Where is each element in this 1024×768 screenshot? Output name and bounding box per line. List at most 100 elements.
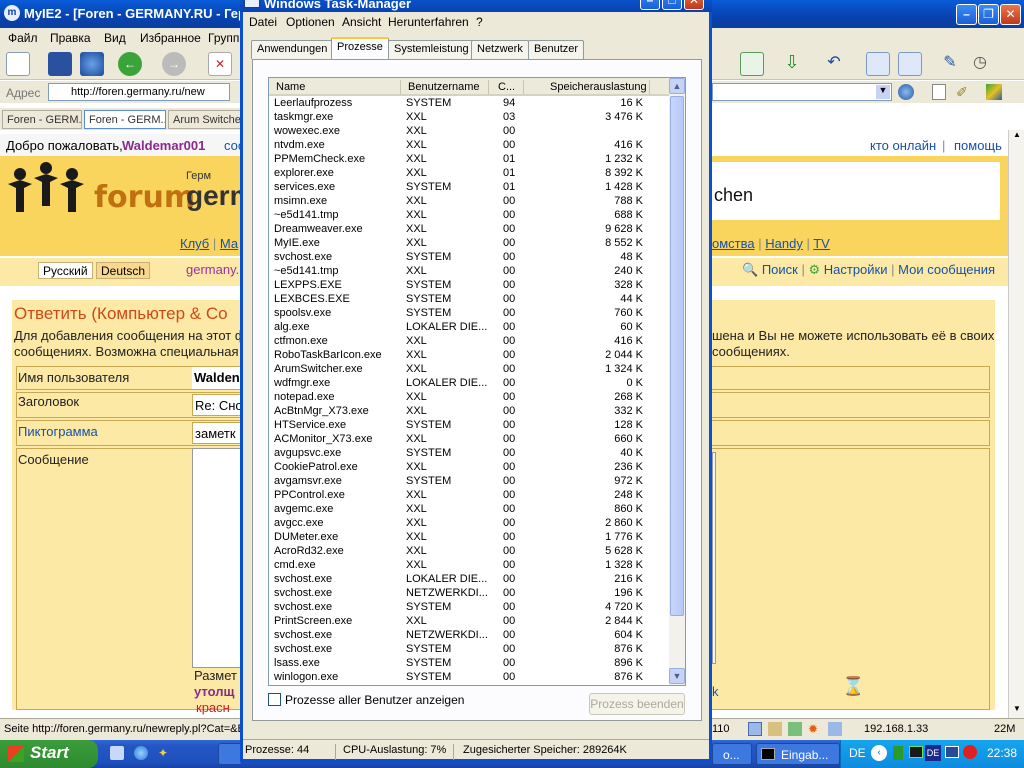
process-row[interactable]: wdfmgr.exe LOKALER DIE... 00 0 K	[269, 376, 669, 390]
process-row[interactable]: alg.exe LOKALER DIE... 00 60 K	[269, 320, 669, 334]
process-row[interactable]: svchost.exe SYSTEM 00 48 K	[269, 250, 669, 264]
process-row[interactable]: AcroRd32.exe XXL 00 5 628 K	[269, 544, 669, 558]
username-link[interactable]: Waldemar001	[122, 138, 205, 153]
quicklaunch-app-icon[interactable]: ✦	[158, 746, 172, 760]
process-row[interactable]: RoboTaskBarIcon.exe XXL 00 2 044 K	[269, 348, 669, 362]
process-row[interactable]: LEXBCES.EXE SYSTEM 00 44 K	[269, 292, 669, 306]
highlight-icon[interactable]: ✐	[956, 84, 968, 101]
lang-german-button[interactable]: Deutsch	[96, 262, 151, 279]
process-row[interactable]: svchost.exe LOKALER DIE... 00 216 K	[269, 572, 669, 586]
show-all-users-checkbox[interactable]	[268, 693, 281, 706]
download-icon[interactable]: ⇩	[780, 52, 804, 76]
label-icon-link[interactable]: Пиктограмма	[18, 424, 98, 439]
resize-icon[interactable]	[740, 52, 764, 76]
start-button[interactable]: Start	[0, 740, 98, 768]
tm-close-button[interactable]: ✕	[684, 0, 704, 10]
status-gear-icon[interactable]: ✹	[808, 722, 822, 736]
tm-maximize-button[interactable]: □	[662, 0, 682, 10]
process-row[interactable]: avgcc.exe XXL 00 2 860 K	[269, 516, 669, 530]
process-row[interactable]: CookiePatrol.exe XXL 00 236 K	[269, 460, 669, 474]
browser-tab-2[interactable]: Foren - GERM...	[84, 110, 166, 129]
process-row[interactable]: HTService.exe SYSTEM 00 128 K	[269, 418, 669, 432]
col-memory[interactable]: Speicherauslastung	[550, 81, 647, 93]
process-row[interactable]: Dreamweaver.exe XXL 00 9 628 K	[269, 222, 669, 236]
menu-file[interactable]: Файл	[8, 31, 38, 45]
scroll-thumb[interactable]	[670, 96, 684, 616]
process-row[interactable]: Leerlaufprozess SYSTEM 94 16 K	[269, 96, 669, 110]
process-row[interactable]: notepad.exe XXL 00 268 K	[269, 390, 669, 404]
process-row[interactable]: PPMemCheck.exe XXL 01 1 232 K	[269, 152, 669, 166]
taskbar-item-1[interactable]: o...	[712, 743, 752, 765]
window-icon[interactable]	[866, 52, 890, 76]
tray-alert-icon[interactable]	[963, 745, 977, 759]
process-row[interactable]: svchost.exe NETZWERKDI... 00 196 K	[269, 586, 669, 600]
stop-icon[interactable]: ✕	[208, 52, 232, 76]
col-divider[interactable]	[649, 80, 650, 94]
process-row[interactable]: services.exe SYSTEM 01 1 428 K	[269, 180, 669, 194]
process-row[interactable]: ArumSwitcher.exe XXL 00 1 324 K	[269, 362, 669, 376]
end-process-button[interactable]: Prozess beenden	[589, 693, 685, 715]
col-user[interactable]: Benutzername	[408, 81, 480, 93]
new-page-icon[interactable]	[6, 52, 30, 76]
taskbar-folder-button[interactable]	[218, 743, 242, 765]
process-row[interactable]: svchost.exe NETZWERKDI... 00 604 K	[269, 628, 669, 642]
tray-network-icon[interactable]	[945, 746, 959, 758]
back-icon[interactable]: ←	[118, 52, 142, 76]
taskbar-item-cmd[interactable]: Eingab...	[756, 743, 840, 765]
settings-link[interactable]: Настройки	[824, 262, 888, 277]
url-input[interactable]: http://foren.germany.ru/new	[48, 83, 230, 101]
nav-ma-link[interactable]: Ма	[220, 236, 238, 251]
page-scrollbar[interactable]: ▲ ▼	[1008, 130, 1024, 718]
col-name[interactable]: Name	[276, 81, 305, 93]
process-row[interactable]: taskmgr.exe XXL 03 3 476 K	[269, 110, 669, 124]
bold-markup-link[interactable]: утолщ	[194, 684, 234, 699]
col-divider[interactable]	[400, 80, 401, 94]
nav-handy-link[interactable]: Handy	[765, 236, 803, 251]
menu-favorites[interactable]: Избранное	[140, 31, 201, 45]
browser-tab-3[interactable]: Arum Switcher...	[168, 110, 244, 129]
show-all-users-label[interactable]: Prozesse aller Benutzer anzeigen	[285, 693, 464, 707]
tray-expand-icon[interactable]: ‹	[871, 745, 887, 761]
scroll-down-arrow-icon[interactable]: ▼	[669, 668, 685, 684]
process-row[interactable]: DUMeter.exe XXL 00 1 776 K	[269, 530, 669, 544]
tab-benutzer[interactable]: Benutzer	[528, 40, 585, 59]
col-cpu[interactable]: C...	[498, 81, 515, 93]
lang-russian-button[interactable]: Русский	[38, 262, 93, 279]
my-messages-link[interactable]: Мои сообщения	[898, 262, 995, 277]
tray-meter-icon[interactable]	[893, 746, 903, 760]
col-divider[interactable]	[488, 80, 489, 94]
process-row[interactable]: ntvdm.exe XXL 00 416 K	[269, 138, 669, 152]
process-row[interactable]: LEXPPS.EXE SYSTEM 00 328 K	[269, 278, 669, 292]
process-row[interactable]: svchost.exe SYSTEM 00 4 720 K	[269, 600, 669, 614]
forward-icon[interactable]: →	[162, 52, 186, 76]
tm-menu-ansicht[interactable]: Ansicht	[342, 15, 381, 29]
scroll-down-icon[interactable]: ▼	[1010, 704, 1024, 718]
color-icon[interactable]	[986, 84, 1002, 100]
tab-systemleistung[interactable]: Systemleistung	[388, 40, 475, 59]
process-row[interactable]: ACMonitor_X73.exe XXL 00 660 K	[269, 432, 669, 446]
menu-edit[interactable]: Правка	[50, 31, 91, 45]
process-row[interactable]: winlogon.exe SYSTEM 00 876 K	[269, 670, 669, 684]
process-row[interactable]: spoolsv.exe SYSTEM 00 760 K	[269, 306, 669, 320]
tray-monitor-icon[interactable]	[909, 746, 923, 758]
settings-icon[interactable]: ⚙	[808, 262, 820, 277]
process-row[interactable]: AcBtnMgr_X73.exe XXL 00 332 K	[269, 404, 669, 418]
process-row[interactable]: cmd.exe XXL 00 1 328 K	[269, 558, 669, 572]
tab-netzwerk[interactable]: Netzwerk	[471, 40, 529, 59]
nav-tv-link[interactable]: TV	[813, 236, 830, 251]
lang-indicator[interactable]: DE	[849, 746, 866, 760]
scroll-up-arrow-icon[interactable]: ▲	[669, 78, 685, 94]
process-row[interactable]: explorer.exe XXL 01 8 392 K	[269, 166, 669, 180]
process-row[interactable]: ~e5d141.tmp XXL 00 688 K	[269, 208, 669, 222]
globe-icon[interactable]	[80, 52, 104, 76]
go-icon[interactable]	[898, 84, 914, 100]
help-link[interactable]: помощь	[954, 138, 1002, 153]
clock-icon[interactable]: ◷	[968, 52, 992, 76]
tab-anwendungen[interactable]: Anwendungen	[251, 40, 334, 59]
url-input-right[interactable]	[712, 83, 892, 101]
process-row[interactable]: avgupsvc.exe SYSTEM 00 40 K	[269, 446, 669, 460]
tab-prozesse[interactable]: Prozesse	[331, 37, 389, 60]
status-tool-icon[interactable]	[768, 722, 782, 736]
process-row[interactable]: avgamsvr.exe SYSTEM 00 972 K	[269, 474, 669, 488]
process-list-scrollbar[interactable]: ▲ ▼	[669, 78, 685, 685]
